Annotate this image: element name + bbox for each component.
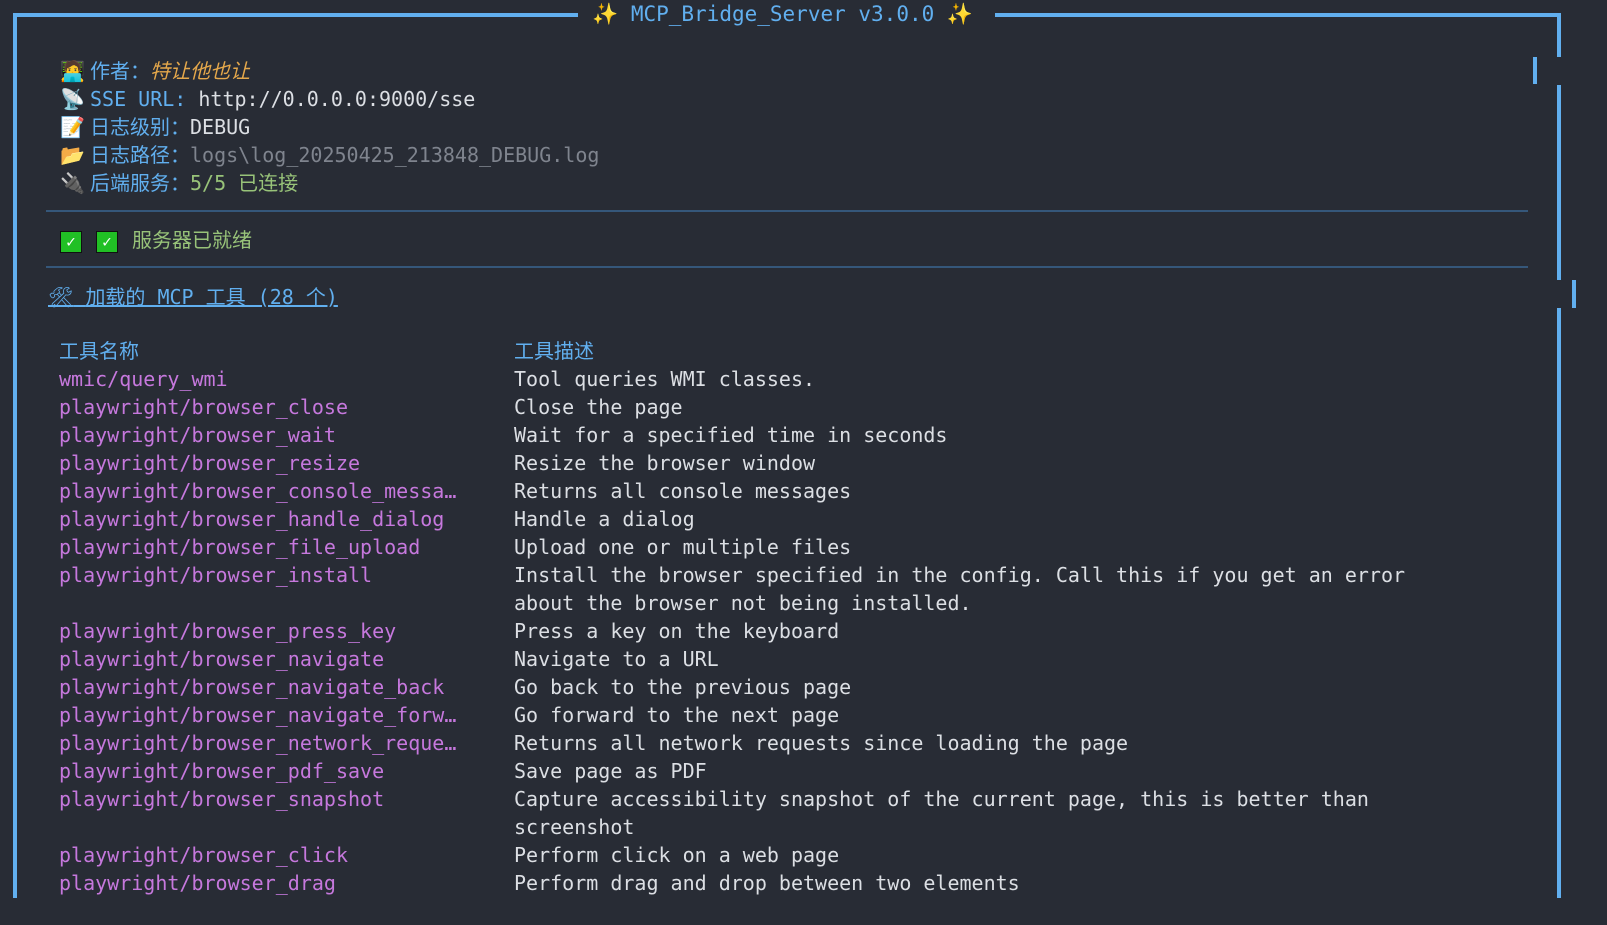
log-level-label: 日志级别： [90,115,190,139]
table-row: playwright/browser_navigate Navigate to a… [59,645,1474,673]
header-tool-name: 工具名称 [59,339,139,363]
tool-description: Perform drag and drop between two elemen… [514,871,1020,895]
table-row: playwright/browser_press_key Press a key … [59,617,1474,645]
tool-name: playwright/browser_console_messa… [59,479,457,503]
tool-description: Handle a dialog [514,507,695,531]
backend-label: 后端服务： [90,171,190,195]
table-row: playwright/browser_navigate_back Go back … [59,673,1474,701]
tool-description: Close the page [514,395,683,419]
table-row: playwright/browser_install Install the br… [59,561,1474,617]
tool-description: Capture accessibility snapshot of the cu… [514,787,1369,839]
tool-name: playwright/browser_snapshot [59,787,385,811]
tools-heading-text: 加载的 MCP 工具 (28 个) [85,285,338,309]
panel-title: ✨ MCP_Bridge_Server v3.0.0 ✨ [592,2,973,27]
table-row: playwright/browser_drag Perform drag and … [59,869,1474,897]
log-path-value: logs\log_20250425_213848_DEBUG.log [190,143,600,167]
cursor-mark [1572,280,1576,308]
tool-name: playwright/browser_close [59,395,348,419]
tool-description: Returns all console messages [514,479,852,503]
tool-description: Go forward to the next page [514,703,840,727]
border-gap [1557,280,1561,308]
check-icon: ✓ [60,230,82,253]
log-level-line: 📝 日志级别：DEBUG [60,113,250,141]
check-icon: ✓ [96,230,118,253]
table-row: playwright/browser_click Perform click on… [59,841,1474,869]
sparkles-icon: ✨ [592,2,619,26]
tools-icon: 🛠 [48,285,74,309]
tool-name: playwright/browser_navigate_back [59,675,445,699]
author-label: 作者： [90,59,150,83]
server-ready-status: 服务器已就绪 [132,228,252,252]
tool-name: playwright/browser_file_upload [59,535,421,559]
tool-description: Perform click on a web page [514,843,840,867]
sparkles-icon: ✨ [946,2,974,26]
tool-name: wmic/query_wmi [59,367,228,391]
tool-name: playwright/browser_resize [59,451,361,475]
folder-icon: 📂 [60,143,85,167]
table-row: playwright/browser_resize Resize the brow… [59,449,1474,477]
tool-description: Tool queries WMI classes. [514,367,816,391]
tool-name: playwright/browser_press_key [59,619,397,643]
tool-description: Wait for a specified time in seconds [514,423,948,447]
table-row: playwright/browser_console_messa… Returns… [59,477,1474,505]
author-value: 特让他也让 [150,59,250,83]
sse-url: http://0.0.0.0:9000/sse [198,87,476,111]
table-row: playwright/browser_file_upload Upload one… [59,533,1474,561]
table-row: playwright/browser_handle_dialog Handle a… [59,505,1474,533]
title-text: MCP_Bridge_Server v3.0.0 [630,2,935,26]
tool-name: playwright/browser_pdf_save [59,759,385,783]
satellite-icon: 📡 [60,87,85,111]
plug-icon: 🔌 [60,171,85,195]
tool-name: playwright/browser_navigate [59,647,385,671]
table-row: playwright/browser_wait Wait for a specif… [59,421,1474,449]
header-tool-description: 工具描述 [514,339,594,363]
tool-name: playwright/browser_network_reque… [59,731,457,755]
author-line: 🧑‍💻 作者：特让他也让 [60,57,250,85]
cursor-mark [1533,57,1537,84]
divider [46,266,1528,268]
tool-description: Returns all network requests since loadi… [514,731,1129,755]
tools-table: 工具名称 工具描述 wmic/query_wmi Tool queries WMI… [59,337,1474,897]
ready-line: ✓ ✓ 服务器已就绪 [60,226,252,254]
technologist-icon: 🧑‍💻 [60,59,85,83]
table-header: 工具名称 工具描述 [59,337,1474,365]
sse-label: SSE URL: [90,87,187,111]
border-gap [1557,57,1561,85]
table-row: playwright/browser_close Close the page [59,393,1474,421]
table-row: playwright/browser_network_reque… Returns… [59,729,1474,757]
memo-icon: 📝 [60,115,85,139]
tool-name: playwright/browser_install [59,563,373,587]
tool-description: Go back to the previous page [514,675,852,699]
tool-name: playwright/browser_wait [59,423,336,447]
log-path-label: 日志路径： [90,143,190,167]
tool-name: playwright/browser_drag [59,871,336,895]
divider [46,210,1528,212]
table-row: wmic/query_wmi Tool queries WMI classes. [59,365,1474,393]
sse-line: 📡 SSE URL: http://0.0.0.0:9000/sse [60,85,475,113]
tool-description: Navigate to a URL [514,647,719,671]
panel-border [995,13,1561,17]
table-row: playwright/browser_pdf_save Save page as … [59,757,1474,785]
tool-name: playwright/browser_click [59,843,348,867]
panel-border [1557,13,1561,898]
tool-description: Upload one or multiple files [514,535,852,559]
panel-border [13,13,17,898]
table-row: playwright/browser_snapshot Capture acces… [59,785,1474,841]
log-level-value: DEBUG [190,115,251,139]
backend-line: 🔌 后端服务：5/5 已连接 [60,169,298,197]
log-path-line: 📂 日志路径：logs\log_20250425_213848_DEBUG.log [60,141,599,169]
tool-name: playwright/browser_navigate_forw… [59,703,457,727]
tool-description: Press a key on the keyboard [514,619,840,643]
tool-description: Save page as PDF [514,759,707,783]
backend-status: 5/5 已连接 [190,171,299,195]
tools-heading: 🛠 加载的 MCP 工具 (28 个) [48,281,338,310]
panel-border [13,13,578,17]
table-row: playwright/browser_navigate_forw… Go forw… [59,701,1474,729]
tool-description: Install the browser specified in the con… [514,563,1406,615]
tool-name: playwright/browser_handle_dialog [59,507,445,531]
tool-description: Resize the browser window [514,451,816,475]
